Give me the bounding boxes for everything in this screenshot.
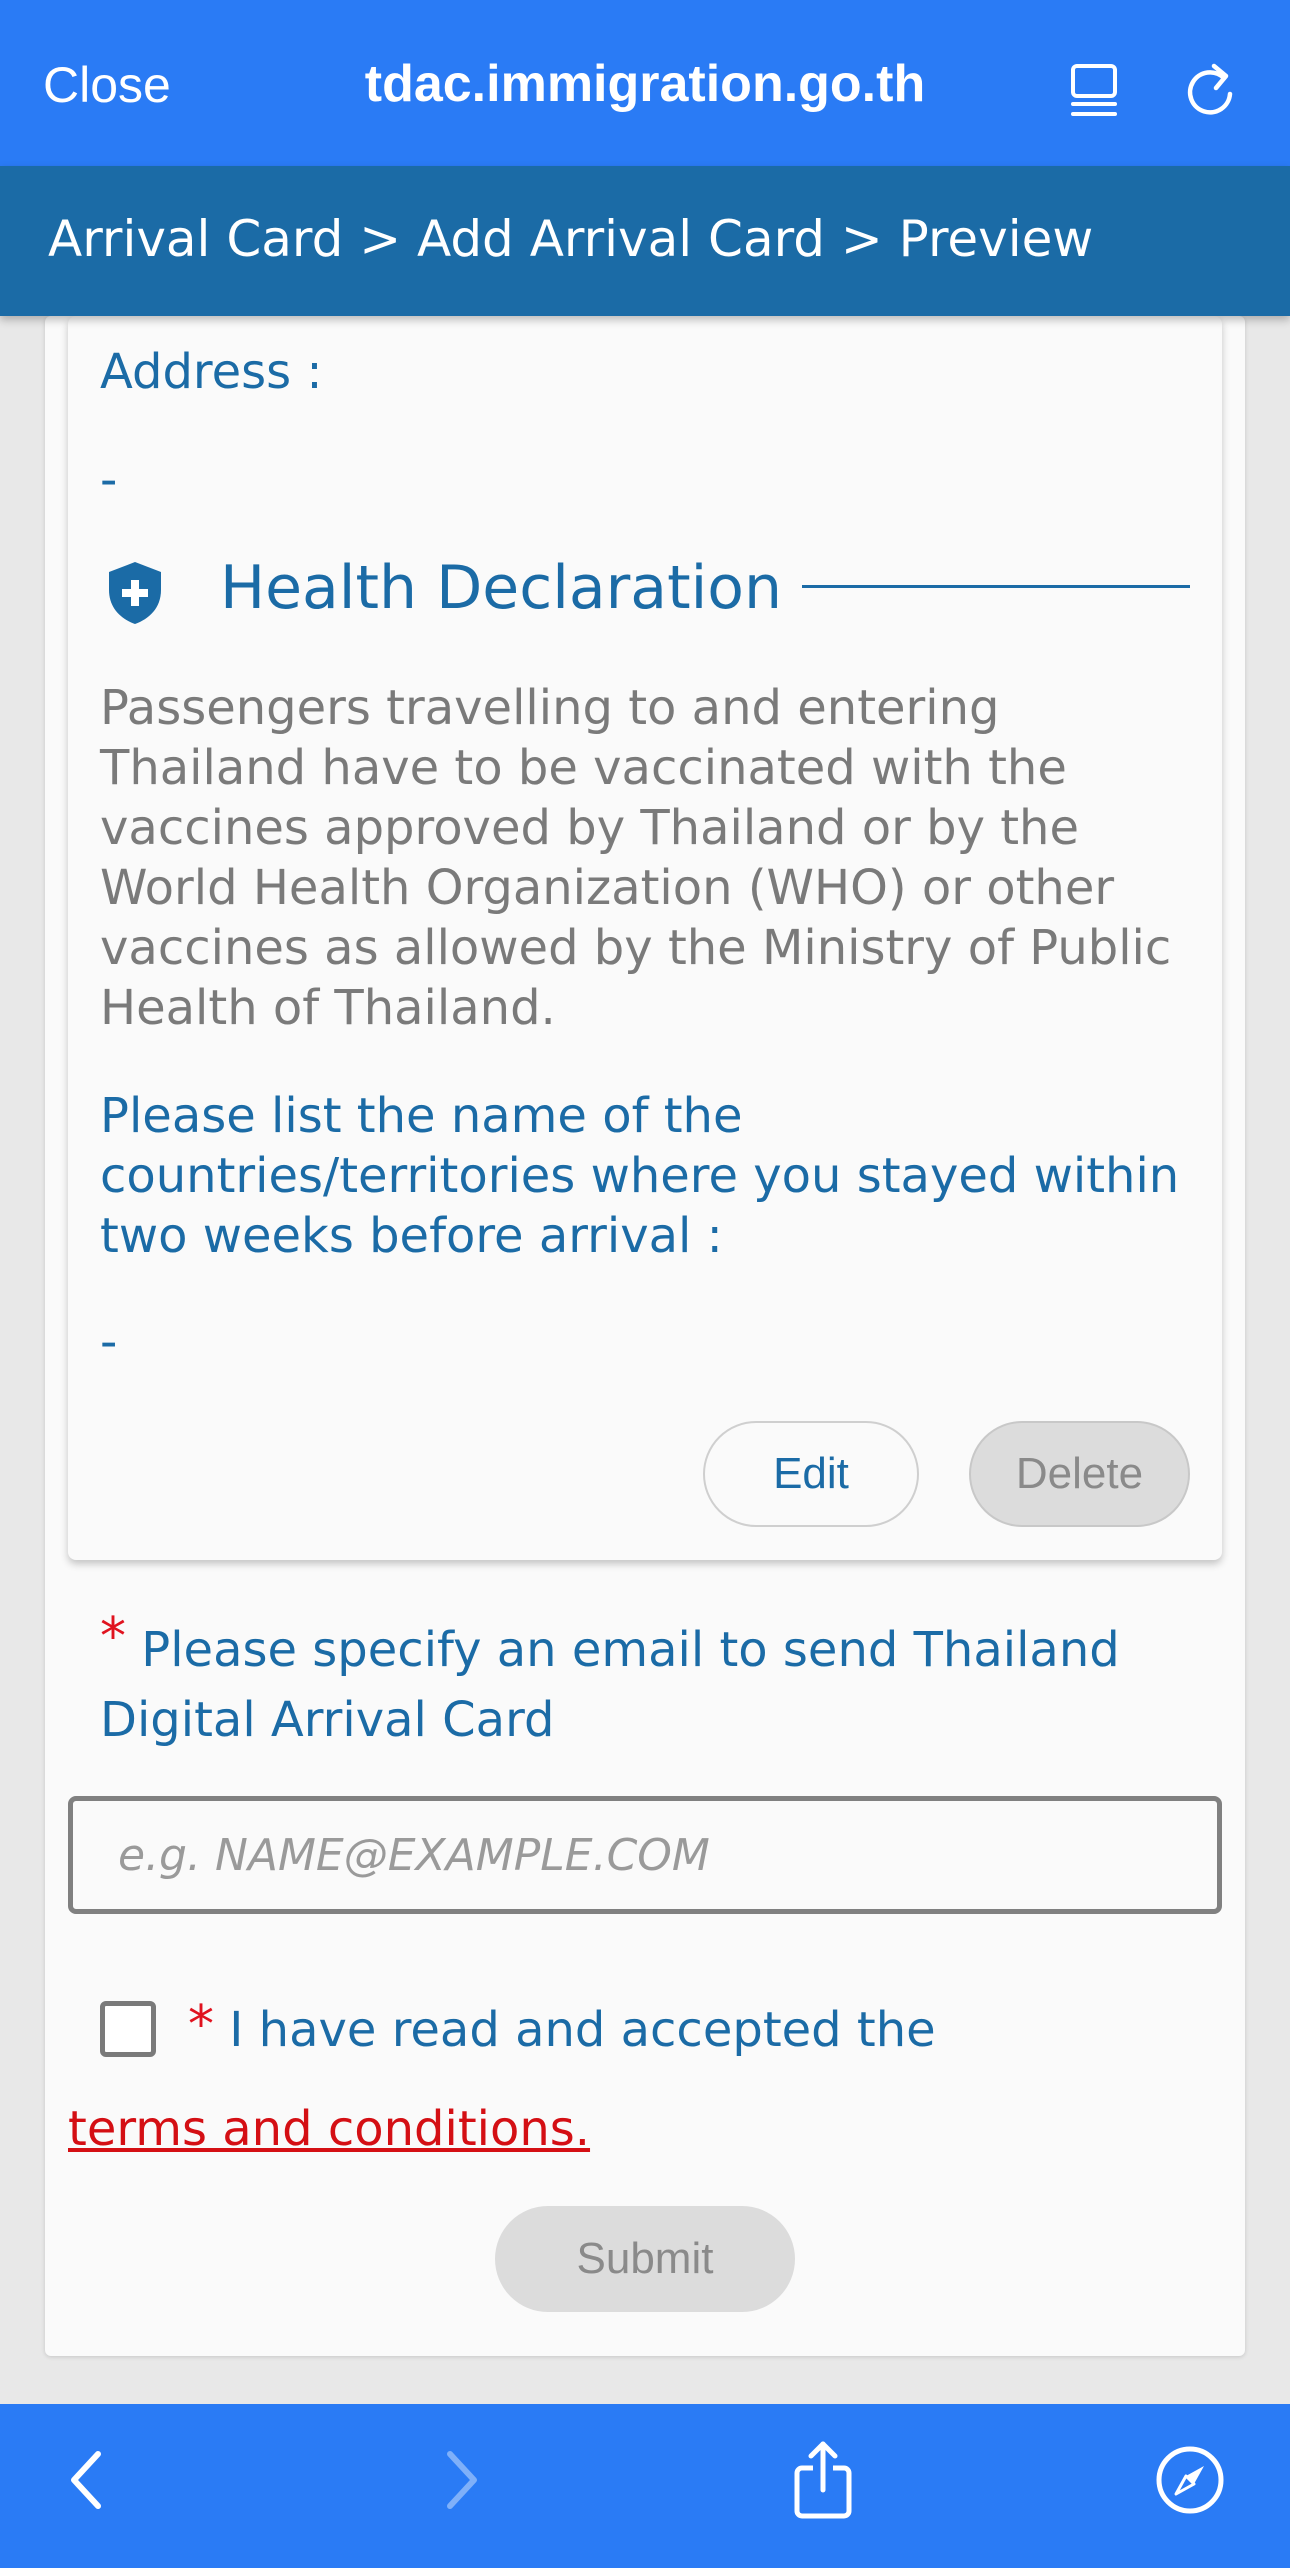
browser-top-bar: Close tdac.immigration.go.th bbox=[0, 0, 1290, 166]
terms-checkbox[interactable] bbox=[100, 2001, 156, 2057]
countries-label: Please list the name of the countries/te… bbox=[100, 1088, 1180, 1264]
section-divider bbox=[802, 585, 1190, 588]
email-field[interactable] bbox=[68, 1796, 1222, 1914]
address-value: - bbox=[100, 452, 118, 508]
chevron-right-icon[interactable] bbox=[420, 2440, 500, 2520]
required-asterisk: * bbox=[188, 1995, 214, 2055]
shield-plus-icon bbox=[109, 562, 161, 624]
health-description: Passengers travelling to and entering Th… bbox=[100, 680, 1172, 1036]
compass-icon[interactable] bbox=[1150, 2440, 1230, 2520]
breadcrumb-bar: Arrival Card > Add Arrival Card > Previe… bbox=[0, 166, 1290, 316]
email-label: * Please specify an email to send Thaila… bbox=[100, 1602, 1210, 1755]
terms-accept-label: * I have read and accepted the bbox=[188, 1990, 936, 2065]
address-label: Address : bbox=[100, 344, 323, 400]
reader-mode-icon[interactable] bbox=[1065, 60, 1127, 122]
submit-button[interactable]: Submit bbox=[495, 2206, 795, 2312]
share-icon[interactable] bbox=[783, 2440, 863, 2520]
section-title-health-declaration: Health Declaration bbox=[220, 553, 783, 623]
required-asterisk: * bbox=[100, 1607, 126, 1667]
terms-link[interactable]: terms and conditions. bbox=[68, 2094, 590, 2164]
delete-button[interactable]: Delete bbox=[969, 1421, 1190, 1527]
breadcrumb: Arrival Card > Add Arrival Card > Previe… bbox=[48, 210, 1094, 268]
terms-accept-text: I have read and accepted the bbox=[229, 2002, 936, 2058]
countries-value: - bbox=[100, 1314, 118, 1370]
reload-icon[interactable] bbox=[1180, 60, 1242, 122]
browser-bottom-bar bbox=[0, 2404, 1290, 2568]
edit-button[interactable]: Edit bbox=[703, 1421, 919, 1527]
email-label-text: Please specify an email to send Thailand… bbox=[100, 1622, 1120, 1748]
chevron-left-icon[interactable] bbox=[48, 2440, 128, 2520]
